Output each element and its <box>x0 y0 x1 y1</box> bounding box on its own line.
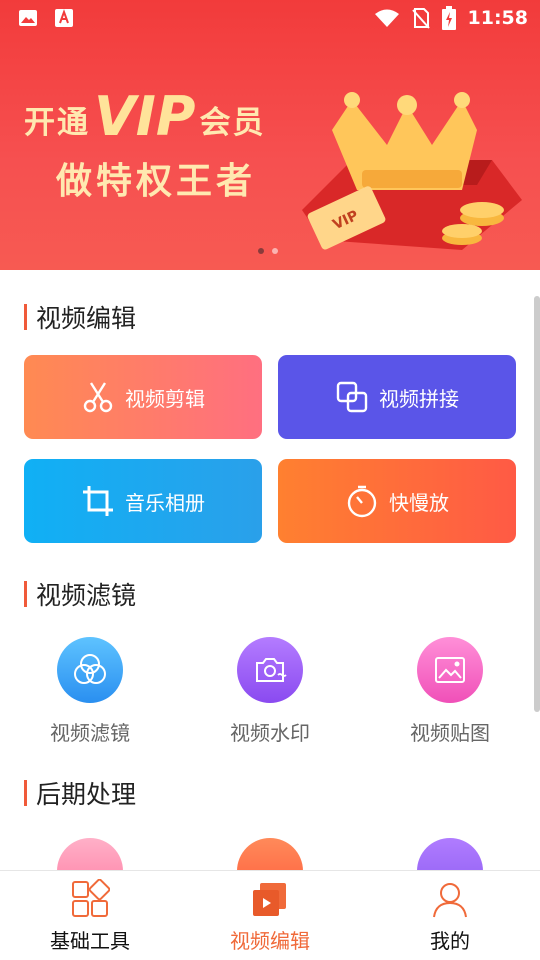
gallery-notification-icon <box>19 10 37 26</box>
music-album-button[interactable]: 音乐相册 <box>24 459 262 543</box>
filter-icon-circle <box>57 637 123 703</box>
battery-charging-icon <box>441 6 456 30</box>
vip-slogan-line1: 开通 VIP 会员 <box>24 85 266 148</box>
carousel-dot <box>258 248 264 254</box>
carousel-dot <box>272 248 278 254</box>
filter-circles-icon <box>74 654 106 684</box>
scissors-icon <box>83 382 113 413</box>
section-title-post-processing: 后期处理 <box>24 778 136 809</box>
section-title-video-filter: 视频滤镜 <box>24 579 136 610</box>
video-filter-button[interactable]: 视频滤镜 <box>30 637 150 746</box>
stopwatch-icon <box>347 485 377 518</box>
wifi-icon <box>374 9 399 27</box>
section-marker <box>24 581 27 607</box>
video-edit-icon <box>253 883 286 916</box>
video-merge-button[interactable]: 视频拼接 <box>278 355 516 439</box>
scrollbar[interactable] <box>534 296 540 712</box>
no-sim-icon <box>411 8 430 29</box>
nav-basic-tools[interactable]: 基础工具 <box>0 871 180 960</box>
crop-icon <box>83 486 113 516</box>
video-sticker-button[interactable]: 视频贴图 <box>390 637 510 746</box>
app-notification-icon <box>55 9 73 27</box>
crown-gift-illustration: VIP <box>302 92 522 250</box>
grid-tools-icon <box>72 879 110 917</box>
nav-profile[interactable]: 我的 <box>360 871 540 960</box>
speed-change-button[interactable]: 快慢放 <box>278 459 516 543</box>
camera-watermark-icon <box>256 658 287 682</box>
vip-slogan-line2: 做特权王者 <box>56 161 257 202</box>
sticker-icon-circle <box>417 637 483 703</box>
vip-banner[interactable]: 11:58 开通 VIP 会员 做特权王者 VIP <box>0 0 540 270</box>
section-marker <box>24 780 27 806</box>
image-sticker-icon <box>435 657 465 683</box>
user-profile-icon <box>433 883 467 918</box>
bottom-navigation: 基础工具 视频编辑 我的 <box>0 870 540 960</box>
section-title-video-edit: 视频编辑 <box>24 302 136 333</box>
watermark-icon-circle <box>237 637 303 703</box>
video-watermark-button[interactable]: 视频水印 <box>210 637 330 746</box>
carousel-indicator <box>258 248 278 254</box>
video-cut-button[interactable]: 视频剪辑 <box>24 355 262 439</box>
status-bar: 11:58 <box>0 0 540 36</box>
vip-suffix: 会员 <box>199 105 266 141</box>
section-marker <box>24 304 27 330</box>
vip-prefix: 开通 <box>24 105 90 141</box>
nav-video-edit[interactable]: 视频编辑 <box>180 871 360 960</box>
merge-squares-icon <box>336 381 368 413</box>
clock-time: 11:58 <box>467 7 528 29</box>
vip-word: VIP <box>94 85 196 148</box>
